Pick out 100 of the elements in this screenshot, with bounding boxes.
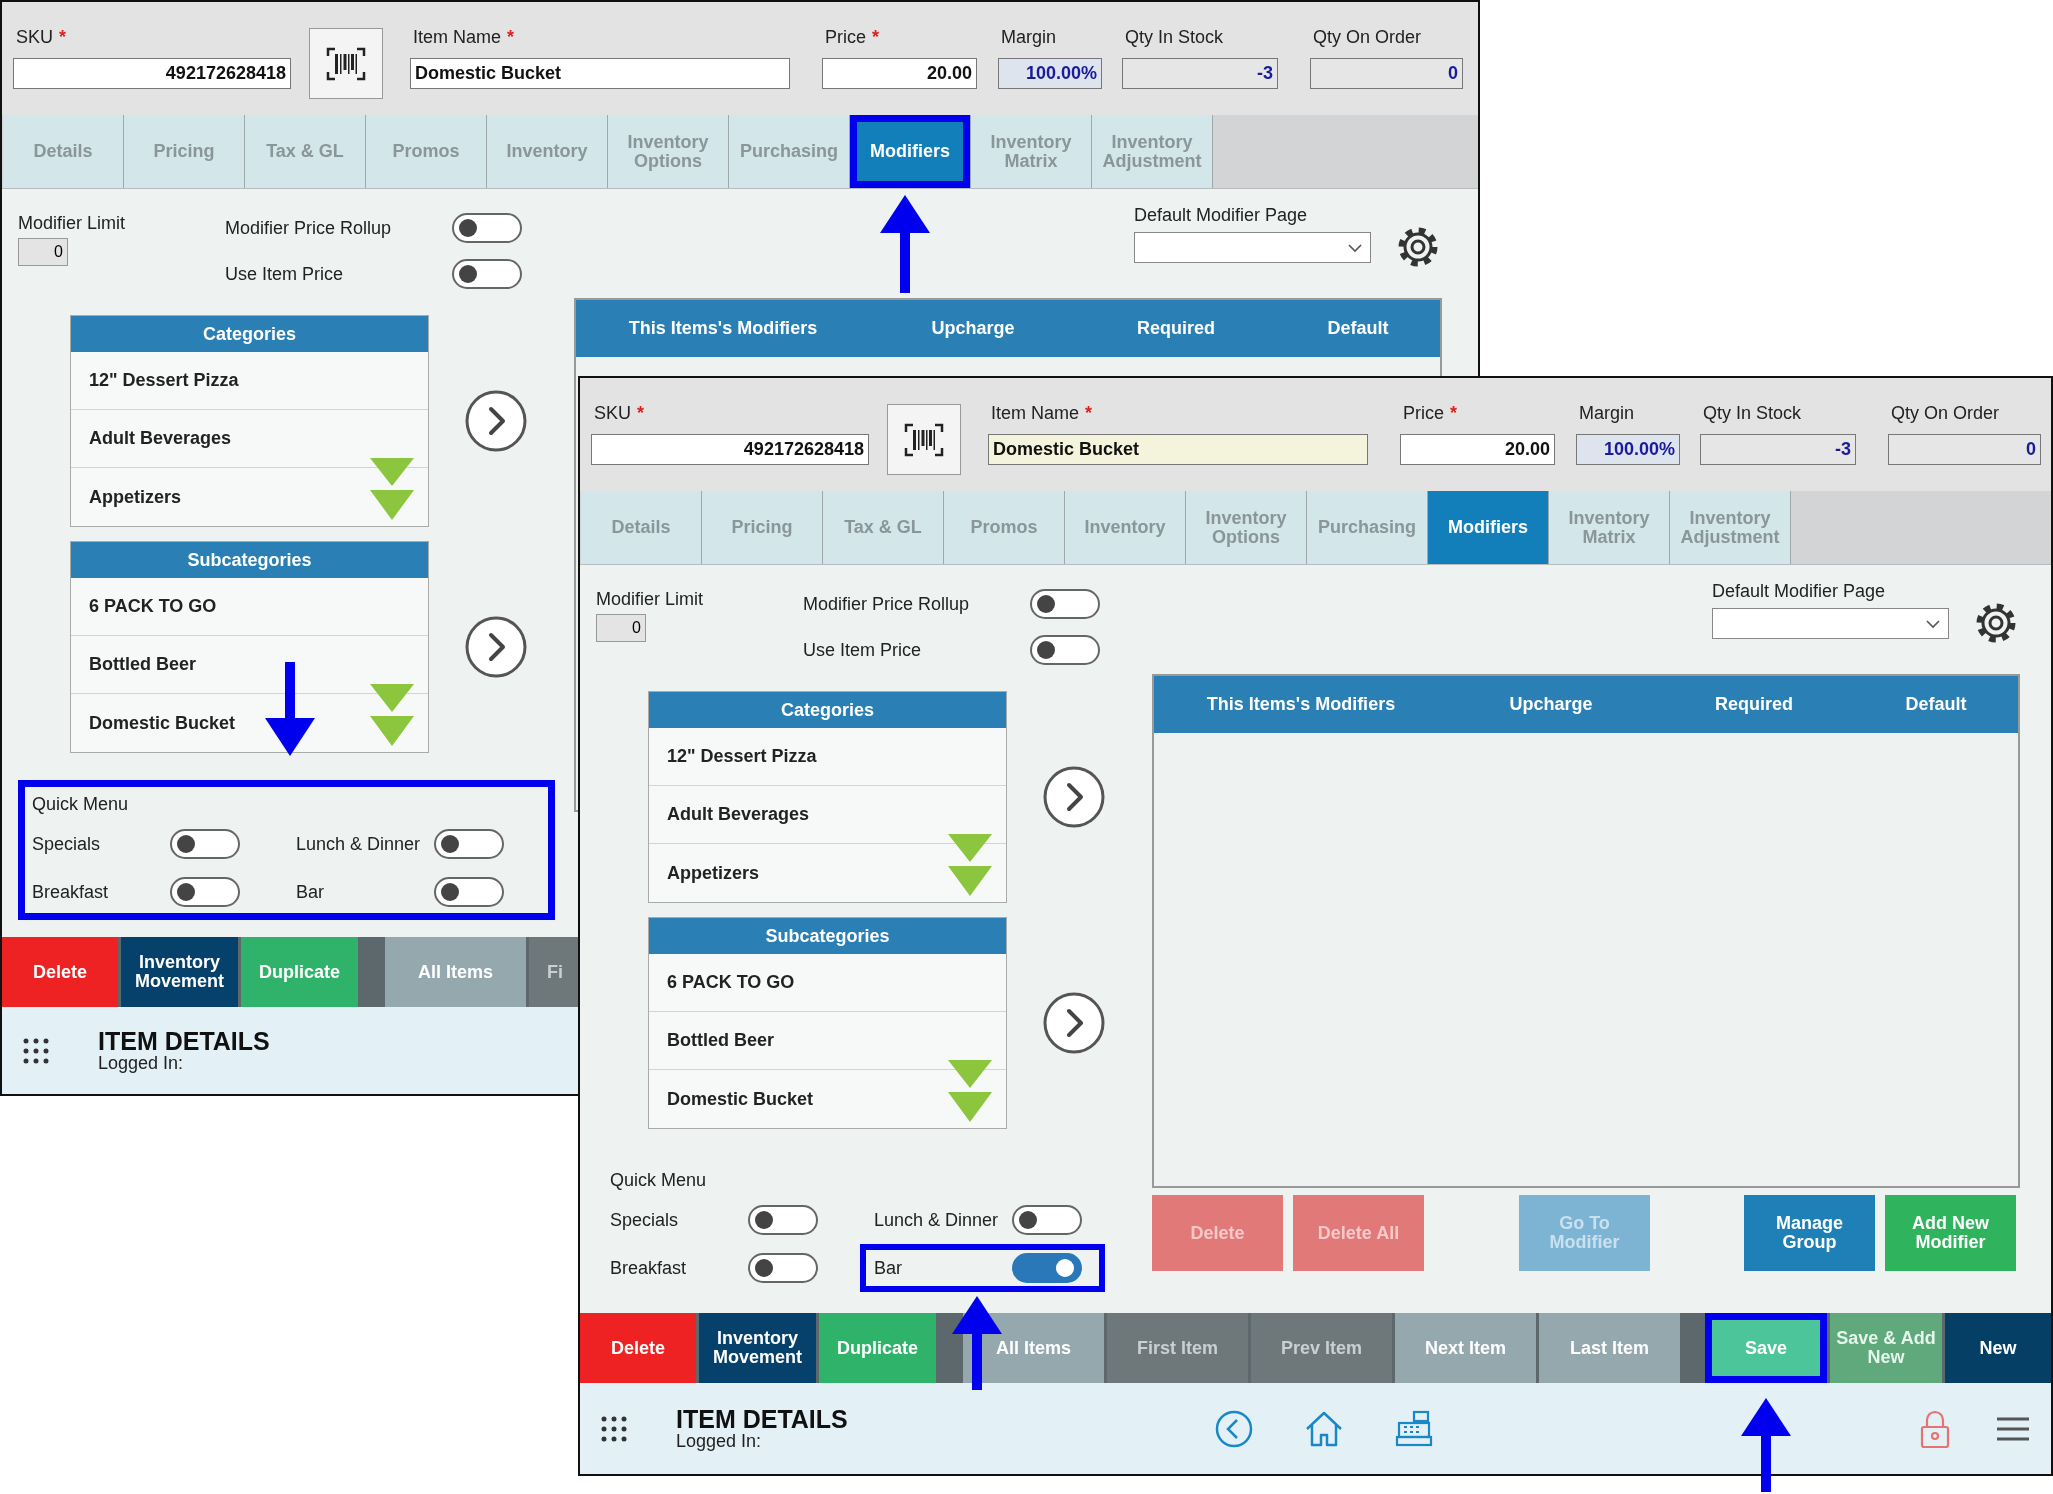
tab[interactable]: Details bbox=[3, 115, 124, 188]
column-header: This Items's Modifiers bbox=[1205, 694, 1397, 715]
modifier-limit-field[interactable]: 0 bbox=[596, 614, 646, 642]
action-button[interactable]: Inventory Movement bbox=[121, 937, 238, 1007]
toggle-switch[interactable] bbox=[748, 1253, 818, 1283]
list-header: Categories bbox=[71, 316, 428, 352]
list-item[interactable]: Domestic Bucket bbox=[649, 1070, 1006, 1128]
switch-label: Modifier Price Rollup bbox=[803, 593, 971, 615]
tab[interactable]: Inventory bbox=[1065, 491, 1186, 564]
action-button[interactable]: Delete bbox=[2, 937, 118, 1007]
toggle-switch[interactable] bbox=[434, 877, 504, 907]
lock-icon[interactable] bbox=[1919, 1408, 1951, 1449]
toggle-switch[interactable] bbox=[170, 829, 240, 859]
barcode-button[interactable] bbox=[887, 404, 961, 475]
field-label: Qty On Order bbox=[1891, 402, 2000, 424]
tab[interactable]: Purchasing bbox=[729, 115, 850, 188]
field-label: Margin bbox=[1001, 26, 1057, 48]
action-button[interactable]: Duplicate bbox=[819, 1313, 936, 1383]
modifier-limit-field[interactable]: 0 bbox=[18, 238, 68, 266]
price-field[interactable]: 20.00 bbox=[1400, 434, 1555, 465]
field-label: Default Modifier Page bbox=[1712, 581, 1887, 602]
action-button[interactable]: Duplicate bbox=[241, 937, 358, 1007]
column-header: Default bbox=[1326, 318, 1390, 339]
quantity-field[interactable]: 0 bbox=[1888, 434, 2041, 465]
required-mark: * bbox=[1085, 402, 1093, 424]
tab[interactable]: Modifiers bbox=[850, 115, 971, 188]
toggle-switch[interactable] bbox=[452, 213, 522, 243]
list-item[interactable]: 6 PACK TO GO bbox=[71, 578, 428, 636]
back-icon[interactable] bbox=[1214, 1408, 1254, 1449]
column-header: Default bbox=[1904, 694, 1968, 715]
field-label: Price bbox=[1403, 402, 1444, 424]
tab[interactable]: Modifiers bbox=[1428, 491, 1549, 564]
login-status: Logged In: bbox=[676, 1432, 763, 1451]
list-item[interactable]: 12" Dessert Pizza bbox=[649, 728, 1006, 786]
sku-field[interactable]: 492172628418 bbox=[13, 58, 291, 89]
quantity-field[interactable]: -3 bbox=[1122, 58, 1278, 89]
price-field[interactable]: 20.00 bbox=[822, 58, 977, 89]
switch-label: Breakfast bbox=[610, 1257, 688, 1279]
action-button[interactable]: Last Item bbox=[1539, 1313, 1680, 1383]
toggle-switch[interactable] bbox=[748, 1205, 818, 1235]
toggle-switch[interactable] bbox=[452, 259, 522, 289]
tab[interactable]: Tax & GL bbox=[245, 115, 366, 188]
login-status: Logged In: bbox=[98, 1054, 185, 1073]
list-header: Subcategories bbox=[649, 918, 1006, 954]
toggle-switch[interactable] bbox=[1030, 635, 1100, 665]
apps-grid-icon[interactable] bbox=[22, 1036, 50, 1065]
toggle-switch[interactable] bbox=[170, 877, 240, 907]
tab[interactable]: Inventory Adjustment bbox=[1670, 491, 1791, 564]
field-label: Margin bbox=[1579, 402, 1635, 424]
tab[interactable]: Purchasing bbox=[1307, 491, 1428, 564]
tab[interactable]: Inventory Matrix bbox=[1549, 491, 1670, 564]
required-mark: * bbox=[1450, 402, 1458, 424]
tab[interactable]: Details bbox=[581, 491, 702, 564]
list-item[interactable]: Domestic Bucket bbox=[71, 694, 428, 752]
list-item[interactable]: 12" Dessert Pizza bbox=[71, 352, 428, 410]
toggle-switch[interactable] bbox=[1012, 1205, 1082, 1235]
field-label: Default Modifier Page bbox=[1134, 205, 1309, 226]
tab[interactable]: Inventory Adjustment bbox=[1092, 115, 1213, 188]
tab[interactable]: Inventory bbox=[487, 115, 608, 188]
dropdown-field[interactable] bbox=[1712, 608, 1949, 639]
toggle-switch[interactable] bbox=[1030, 589, 1100, 619]
cash-register-icon[interactable] bbox=[1394, 1408, 1434, 1449]
action-button[interactable]: Add New Modifier bbox=[1885, 1195, 2016, 1271]
action-button[interactable]: Manage Group bbox=[1744, 1195, 1875, 1271]
tab[interactable]: Pricing bbox=[702, 491, 823, 564]
action-button[interactable]: Delete bbox=[580, 1313, 696, 1383]
tab[interactable]: Promos bbox=[366, 115, 487, 188]
page-title: ITEM DETAILS bbox=[676, 1406, 849, 1432]
list-item[interactable]: 6 PACK TO GO bbox=[649, 954, 1006, 1012]
sku-field[interactable]: 492172628418 bbox=[591, 434, 869, 465]
required-mark: * bbox=[637, 402, 645, 424]
list-item[interactable]: Appetizers bbox=[649, 844, 1006, 902]
margin-field[interactable]: 100.00% bbox=[1576, 434, 1680, 465]
barcode-button[interactable] bbox=[309, 28, 383, 99]
tab[interactable]: Tax & GL bbox=[823, 491, 944, 564]
field-label: SKU bbox=[594, 402, 631, 424]
item-name-field[interactable]: Domestic Bucket bbox=[988, 434, 1368, 465]
tab[interactable]: Inventory Matrix bbox=[971, 115, 1092, 188]
switch-label: Specials bbox=[32, 833, 102, 855]
toggle-switch[interactable] bbox=[434, 829, 504, 859]
action-button[interactable]: New bbox=[1945, 1313, 2051, 1383]
dropdown-field[interactable] bbox=[1134, 232, 1371, 263]
list-item[interactable]: Appetizers bbox=[71, 468, 428, 526]
action-button[interactable]: Next Item bbox=[1395, 1313, 1536, 1383]
tab[interactable]: Promos bbox=[944, 491, 1065, 564]
tab[interactable]: Inventory Options bbox=[608, 115, 729, 188]
tab[interactable]: Inventory Options bbox=[1186, 491, 1307, 564]
item-name-field[interactable]: Domestic Bucket bbox=[410, 58, 790, 89]
barcode-icon bbox=[326, 46, 366, 81]
tab[interactable]: Pricing bbox=[124, 115, 245, 188]
switch-label: Bar bbox=[874, 1257, 903, 1279]
quantity-field[interactable]: 0 bbox=[1310, 58, 1463, 89]
required-mark: * bbox=[507, 26, 515, 48]
switch-label: Use Item Price bbox=[225, 263, 345, 285]
action-button[interactable]: All Items bbox=[385, 937, 526, 1007]
quantity-field[interactable]: -3 bbox=[1700, 434, 1856, 465]
margin-field[interactable]: 100.00% bbox=[998, 58, 1102, 89]
apps-grid-icon[interactable] bbox=[600, 1414, 628, 1443]
action-button[interactable]: Inventory Movement bbox=[699, 1313, 816, 1383]
toggle-switch[interactable] bbox=[1012, 1253, 1082, 1283]
